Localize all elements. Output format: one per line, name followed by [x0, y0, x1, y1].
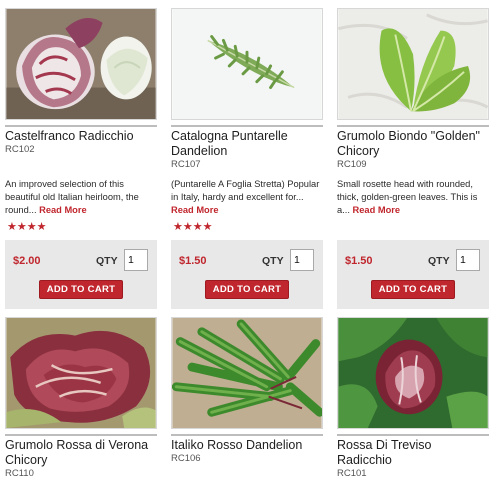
rossa-treviso-radicchio-image	[338, 318, 488, 428]
product-sku: RC101	[337, 468, 367, 477]
product-card: Rossa Di Treviso Radicchio RC101	[337, 317, 489, 477]
product-sku: RC106	[171, 453, 201, 464]
product-card: Catalogna Puntarelle Dandelion RC107 (Pu…	[171, 8, 323, 309]
divider	[337, 125, 489, 127]
product-image[interactable]	[171, 317, 323, 429]
qty-input[interactable]: 1	[124, 249, 148, 271]
qty-label: QTY	[262, 255, 284, 267]
add-to-cart-button[interactable]: ADD TO CART	[371, 280, 455, 299]
product-description: An improved selection of this beautiful …	[5, 178, 157, 218]
product-sku: RC102	[5, 144, 35, 155]
product-image[interactable]	[171, 8, 323, 120]
product-sku: RC107	[171, 159, 201, 170]
description-text: (Puntarelle A Foglia Stretta) Popular in…	[171, 179, 320, 203]
price: $2.00	[13, 255, 41, 267]
add-to-cart-button[interactable]: ADD TO CART	[205, 280, 289, 299]
price: $1.50	[345, 255, 373, 267]
product-name-text[interactable]: Catalogna Puntarelle Dandelion	[171, 129, 288, 158]
read-more-link[interactable]: Read More	[353, 205, 401, 215]
product-card: Italiko Rosso Dandelion RC106	[171, 317, 323, 477]
divider	[5, 125, 157, 127]
product-sku: RC110	[5, 468, 34, 477]
product-name-text[interactable]: Castelfranco Radicchio	[5, 129, 134, 143]
purchase-box: $1.50 QTY 1 ADD TO CART	[337, 240, 489, 309]
add-to-cart-button[interactable]: ADD TO CART	[39, 280, 123, 299]
product-description: Small rosette head with rounded, thick, …	[337, 178, 489, 218]
qty-label: QTY	[428, 255, 450, 267]
product-description: (Puntarelle A Foglia Stretta) Popular in…	[171, 178, 323, 218]
product-card: Castelfranco Radicchio RC102 An improved…	[5, 8, 157, 309]
product-name[interactable]: Rossa Di Treviso Radicchio RC101	[337, 438, 489, 477]
purchase-box: $2.00 QTY 1 ADD TO CART	[5, 240, 157, 309]
qty-input[interactable]: 1	[290, 249, 314, 271]
price: $1.50	[179, 255, 207, 267]
product-card: Grumolo Biondo "Golden" Chicory RC109 Sm…	[337, 8, 489, 309]
rossa-verona-chicory-image	[6, 318, 156, 428]
read-more-link[interactable]: Read More	[39, 205, 87, 215]
qty-label: QTY	[96, 255, 118, 267]
rating-stars: ★★★★	[173, 221, 213, 233]
castelfranco-radicchio-image	[6, 9, 156, 119]
italiko-rosso-dandelion-image	[172, 318, 322, 428]
product-name[interactable]: Grumolo Biondo "Golden" Chicory RC109	[337, 129, 489, 171]
read-more-link[interactable]: Read More	[171, 205, 219, 215]
product-name[interactable]: Castelfranco Radicchio RC102	[5, 129, 157, 156]
product-name-text[interactable]: Grumolo Biondo "Golden" Chicory	[337, 129, 480, 158]
product-image[interactable]	[337, 317, 489, 429]
puntarelle-dandelion-image	[172, 9, 322, 119]
rating-stars: ★★★★	[7, 221, 47, 233]
qty-input[interactable]: 1	[456, 249, 480, 271]
product-name-text[interactable]: Rossa Di Treviso Radicchio	[337, 438, 431, 467]
divider	[171, 125, 323, 127]
product-image[interactable]	[5, 8, 157, 120]
product-name[interactable]: Italiko Rosso Dandelion RC106	[171, 438, 323, 465]
product-name-text[interactable]: Italiko Rosso Dandelion	[171, 438, 302, 452]
divider	[5, 434, 157, 436]
product-name-text[interactable]: Grumolo Rossa di Verona Chicory	[5, 438, 148, 467]
product-name[interactable]: Catalogna Puntarelle Dandelion RC107	[171, 129, 323, 171]
product-sku: RC109	[337, 159, 367, 170]
product-image[interactable]	[337, 8, 489, 120]
purchase-box: $1.50 QTY 1 ADD TO CART	[171, 240, 323, 309]
product-image[interactable]	[5, 317, 157, 429]
product-card: Grumolo Rossa di Verona Chicory RC110	[5, 317, 157, 477]
product-name[interactable]: Grumolo Rossa di Verona Chicory RC110	[5, 438, 157, 477]
divider	[337, 434, 489, 436]
golden-chicory-image	[338, 9, 488, 119]
divider	[171, 434, 323, 436]
